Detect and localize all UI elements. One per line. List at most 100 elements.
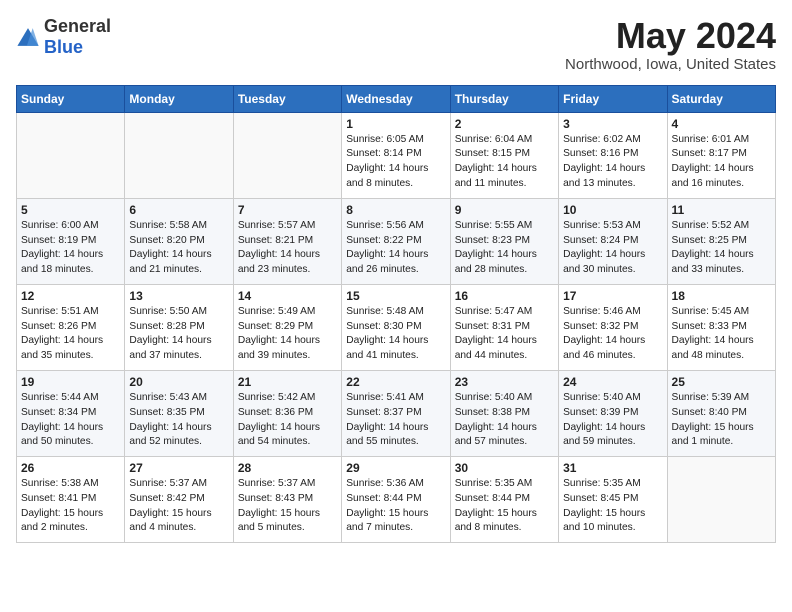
day-number: 10 bbox=[563, 203, 662, 217]
calendar-cell: 3 Sunrise: 6:02 AM Sunset: 8:16 PM Daylig… bbox=[559, 112, 667, 198]
calendar-cell: 20 Sunrise: 5:43 AM Sunset: 8:35 PM Dayli… bbox=[125, 370, 233, 456]
calendar-cell bbox=[667, 457, 775, 543]
calendar-cell: 9Sunrise: 5:55 AM Sunset: 8:23 PM Daylig… bbox=[450, 198, 558, 284]
calendar-cell: 11 Sunrise: 5:52 AM Sunset: 8:25 PM Dayli… bbox=[667, 198, 775, 284]
header-row: SundayMondayTuesdayWednesdayThursdayFrid… bbox=[17, 85, 776, 112]
calendar-cell: 26 Sunrise: 5:38 AM Sunset: 8:41 PM Dayli… bbox=[17, 457, 125, 543]
calendar-cell: 12 Sunrise: 5:51 AM Sunset: 8:26 PM Dayli… bbox=[17, 284, 125, 370]
day-info: Sunrise: 5:52 AM Sunset: 8:25 PM Dayligh… bbox=[672, 219, 771, 278]
day-number: 17 bbox=[563, 289, 662, 303]
calendar-cell: 19 Sunrise: 5:44 AM Sunset: 8:34 PM Dayli… bbox=[17, 370, 125, 456]
day-number: 12 bbox=[21, 289, 120, 303]
col-header-monday: Monday bbox=[125, 85, 233, 112]
calendar-cell bbox=[233, 112, 341, 198]
day-number: 25 bbox=[672, 375, 771, 389]
day-number: 23 bbox=[455, 375, 554, 389]
day-number: 28 bbox=[238, 461, 337, 475]
col-header-sunday: Sunday bbox=[17, 85, 125, 112]
day-info: Sunrise: 5:37 AM Sunset: 8:43 PM Dayligh… bbox=[238, 477, 337, 536]
day-info: Sunrise: 5:38 AM Sunset: 8:41 PM Dayligh… bbox=[21, 477, 120, 536]
calendar-cell: 18 Sunrise: 5:45 AM Sunset: 8:33 PM Dayli… bbox=[667, 284, 775, 370]
calendar-cell: 16 Sunrise: 5:47 AM Sunset: 8:31 PM Dayli… bbox=[450, 284, 558, 370]
day-number: 14 bbox=[238, 289, 337, 303]
day-info: Sunrise: 5:40 AM Sunset: 8:39 PM Dayligh… bbox=[563, 391, 662, 450]
day-number: 29 bbox=[346, 461, 445, 475]
day-number: 6 bbox=[129, 203, 228, 217]
day-info: Sunrise: 6:05 AM Sunset: 8:14 PM Dayligh… bbox=[346, 133, 445, 192]
day-info: Sunrise: 5:48 AM Sunset: 8:30 PM Dayligh… bbox=[346, 305, 445, 364]
logo: General Blue bbox=[16, 16, 111, 58]
calendar-cell: 1 Sunrise: 6:05 AM Sunset: 8:14 PM Daylig… bbox=[342, 112, 450, 198]
day-info: Sunrise: 5:51 AM Sunset: 8:26 PM Dayligh… bbox=[21, 305, 120, 364]
week-row: 1 Sunrise: 6:05 AM Sunset: 8:14 PM Daylig… bbox=[17, 112, 776, 198]
day-number: 8 bbox=[346, 203, 445, 217]
day-number: 13 bbox=[129, 289, 228, 303]
calendar-cell: 21Sunrise: 5:42 AM Sunset: 8:36 PM Dayli… bbox=[233, 370, 341, 456]
day-number: 1 bbox=[346, 117, 445, 131]
day-info: Sunrise: 5:43 AM Sunset: 8:35 PM Dayligh… bbox=[129, 391, 228, 450]
day-info: Sunrise: 5:40 AM Sunset: 8:38 PM Dayligh… bbox=[455, 391, 554, 450]
calendar-cell: 7Sunrise: 5:57 AM Sunset: 8:21 PM Daylig… bbox=[233, 198, 341, 284]
day-number: 22 bbox=[346, 375, 445, 389]
day-info: Sunrise: 5:39 AM Sunset: 8:40 PM Dayligh… bbox=[672, 391, 771, 450]
day-info: Sunrise: 5:45 AM Sunset: 8:33 PM Dayligh… bbox=[672, 305, 771, 364]
week-row: 19 Sunrise: 5:44 AM Sunset: 8:34 PM Dayli… bbox=[17, 370, 776, 456]
day-number: 24 bbox=[563, 375, 662, 389]
day-info: Sunrise: 5:53 AM Sunset: 8:24 PM Dayligh… bbox=[563, 219, 662, 278]
day-info: Sunrise: 5:35 AM Sunset: 8:44 PM Dayligh… bbox=[455, 477, 554, 536]
day-number: 20 bbox=[129, 375, 228, 389]
week-row: 12 Sunrise: 5:51 AM Sunset: 8:26 PM Dayli… bbox=[17, 284, 776, 370]
week-row: 5 Sunrise: 6:00 AM Sunset: 8:19 PM Daylig… bbox=[17, 198, 776, 284]
day-info: Sunrise: 6:01 AM Sunset: 8:17 PM Dayligh… bbox=[672, 133, 771, 192]
calendar-cell: 15 Sunrise: 5:48 AM Sunset: 8:30 PM Dayli… bbox=[342, 284, 450, 370]
col-header-friday: Friday bbox=[559, 85, 667, 112]
week-row: 26 Sunrise: 5:38 AM Sunset: 8:41 PM Dayli… bbox=[17, 457, 776, 543]
calendar-cell: 10 Sunrise: 5:53 AM Sunset: 8:24 PM Dayli… bbox=[559, 198, 667, 284]
calendar-cell: 22Sunrise: 5:41 AM Sunset: 8:37 PM Dayli… bbox=[342, 370, 450, 456]
calendar-cell: 25 Sunrise: 5:39 AM Sunset: 8:40 PM Dayli… bbox=[667, 370, 775, 456]
day-number: 5 bbox=[21, 203, 120, 217]
day-number: 21 bbox=[238, 375, 337, 389]
calendar-cell: 24 Sunrise: 5:40 AM Sunset: 8:39 PM Dayli… bbox=[559, 370, 667, 456]
day-info: Sunrise: 5:56 AM Sunset: 8:22 PM Dayligh… bbox=[346, 219, 445, 278]
day-number: 30 bbox=[455, 461, 554, 475]
calendar-table: SundayMondayTuesdayWednesdayThursdayFrid… bbox=[16, 85, 776, 544]
day-number: 31 bbox=[563, 461, 662, 475]
calendar-cell: 28 Sunrise: 5:37 AM Sunset: 8:43 PM Dayli… bbox=[233, 457, 341, 543]
day-info: Sunrise: 6:02 AM Sunset: 8:16 PM Dayligh… bbox=[563, 133, 662, 192]
calendar-cell: 4 Sunrise: 6:01 AM Sunset: 8:17 PM Daylig… bbox=[667, 112, 775, 198]
day-info: Sunrise: 5:57 AM Sunset: 8:21 PM Dayligh… bbox=[238, 219, 337, 278]
day-info: Sunrise: 5:44 AM Sunset: 8:34 PM Dayligh… bbox=[21, 391, 120, 450]
calendar-cell: 27Sunrise: 5:37 AM Sunset: 8:42 PM Dayli… bbox=[125, 457, 233, 543]
logo-icon bbox=[16, 27, 40, 47]
col-header-tuesday: Tuesday bbox=[233, 85, 341, 112]
calendar-cell: 8 Sunrise: 5:56 AM Sunset: 8:22 PM Daylig… bbox=[342, 198, 450, 284]
day-number: 16 bbox=[455, 289, 554, 303]
day-number: 15 bbox=[346, 289, 445, 303]
col-header-saturday: Saturday bbox=[667, 85, 775, 112]
day-number: 26 bbox=[21, 461, 120, 475]
day-info: Sunrise: 5:49 AM Sunset: 8:29 PM Dayligh… bbox=[238, 305, 337, 364]
page-header: General Blue May 2024 Northwood, Iowa, U… bbox=[16, 16, 776, 73]
calendar-cell: 31Sunrise: 5:35 AM Sunset: 8:45 PM Dayli… bbox=[559, 457, 667, 543]
day-number: 4 bbox=[672, 117, 771, 131]
day-info: Sunrise: 5:37 AM Sunset: 8:42 PM Dayligh… bbox=[129, 477, 228, 536]
calendar-cell: 29 Sunrise: 5:36 AM Sunset: 8:44 PM Dayli… bbox=[342, 457, 450, 543]
day-info: Sunrise: 5:46 AM Sunset: 8:32 PM Dayligh… bbox=[563, 305, 662, 364]
month-title: May 2024 bbox=[565, 16, 776, 56]
day-number: 18 bbox=[672, 289, 771, 303]
calendar-cell: 13 Sunrise: 5:50 AM Sunset: 8:28 PM Dayli… bbox=[125, 284, 233, 370]
calendar-cell bbox=[125, 112, 233, 198]
day-number: 11 bbox=[672, 203, 771, 217]
day-info: Sunrise: 5:36 AM Sunset: 8:44 PM Dayligh… bbox=[346, 477, 445, 536]
calendar-cell bbox=[17, 112, 125, 198]
calendar-cell: 17 Sunrise: 5:46 AM Sunset: 8:32 PM Dayli… bbox=[559, 284, 667, 370]
day-info: Sunrise: 6:00 AM Sunset: 8:19 PM Dayligh… bbox=[21, 219, 120, 278]
day-number: 19 bbox=[21, 375, 120, 389]
day-info: Sunrise: 5:50 AM Sunset: 8:28 PM Dayligh… bbox=[129, 305, 228, 364]
day-number: 3 bbox=[563, 117, 662, 131]
col-header-thursday: Thursday bbox=[450, 85, 558, 112]
calendar-cell: 5 Sunrise: 6:00 AM Sunset: 8:19 PM Daylig… bbox=[17, 198, 125, 284]
day-info: Sunrise: 5:47 AM Sunset: 8:31 PM Dayligh… bbox=[455, 305, 554, 364]
day-info: Sunrise: 5:58 AM Sunset: 8:20 PM Dayligh… bbox=[129, 219, 228, 278]
